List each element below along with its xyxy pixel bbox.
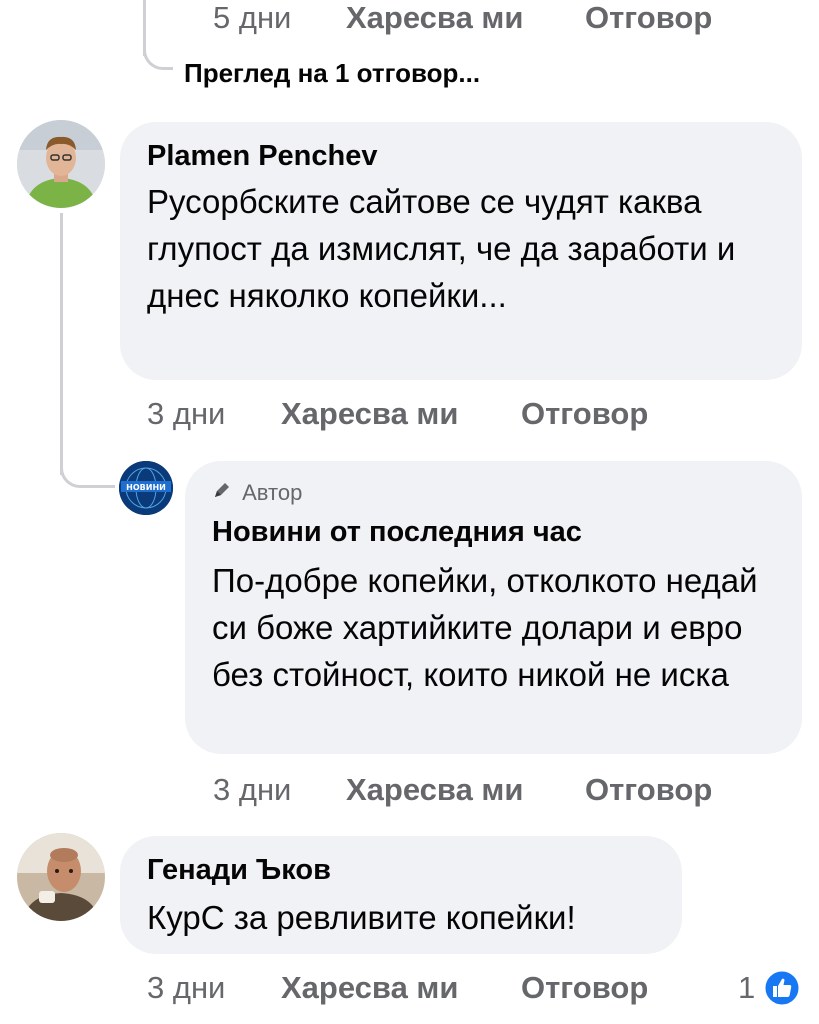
like-button[interactable]: Харесва ми (281, 396, 458, 432)
author-badge-label: Автор (242, 480, 303, 506)
person-photo (17, 833, 105, 921)
comment-time[interactable]: 5 дни (213, 0, 291, 36)
avatar[interactable] (17, 120, 105, 208)
view-replies-link[interactable]: Преглед на 1 отговор... (184, 58, 480, 89)
top-comment-actions: 5 дни Харесва ми Отговор (213, 0, 773, 36)
thread-curve-reply (60, 458, 115, 488)
comment-author[interactable]: Генади Ъков (147, 854, 331, 887)
like-button[interactable]: Харесва ми (281, 970, 458, 1006)
comment-author[interactable]: Plamen Penchev (147, 140, 378, 173)
comment-actions: 3 дни Харесва ми Отговор (147, 396, 707, 432)
comment-bubble: Генади Ъков КурС за ревливите копейки! (120, 836, 682, 954)
reply-button[interactable]: Отговор (521, 970, 648, 1006)
reaction-count: 1 (738, 970, 756, 1005)
reaction-summary[interactable]: 1 (738, 968, 808, 1008)
reply-button[interactable]: Отговор (585, 0, 712, 36)
reply-bubble: Автор Новини от последния час По-добре к… (185, 461, 802, 754)
comment-time[interactable]: 3 дни (147, 396, 225, 432)
comment-time[interactable]: 3 дни (147, 970, 225, 1006)
comment-text: Русорбските сайтове се чудят каква глупо… (147, 183, 736, 314)
person-photo (17, 120, 105, 208)
thread-line-reply (60, 213, 63, 475)
like-button[interactable]: Харесва ми (346, 772, 523, 808)
reply-actions: 3 дни Харесва ми Отговор (213, 772, 773, 808)
logo-text: НОВИНИ (126, 483, 166, 492)
comment-author[interactable]: Новини от последния час (212, 516, 582, 549)
like-button[interactable]: Харесва ми (346, 0, 523, 36)
comment-text: КурС за ревливите копейки! (147, 899, 576, 936)
thread-curve-top (143, 40, 173, 70)
comment-actions: 3 дни Харесва ми Отговор (147, 970, 707, 1006)
author-badge: Автор (212, 479, 302, 506)
comment-time[interactable]: 3 дни (213, 772, 291, 808)
reply-button[interactable]: Отговор (585, 772, 712, 808)
page-avatar[interactable]: НОВИНИ (119, 461, 173, 515)
comment-text: По-добре копейки, отколкото недай си бож… (212, 562, 758, 693)
reply-button[interactable]: Отговор (521, 396, 648, 432)
news-logo: НОВИНИ (119, 461, 173, 515)
like-reaction-icon (762, 968, 802, 1013)
pencil-icon (212, 480, 232, 506)
comment-bubble: Plamen Penchev Русорбските сайтове се чу… (120, 122, 802, 380)
avatar[interactable] (17, 833, 105, 921)
